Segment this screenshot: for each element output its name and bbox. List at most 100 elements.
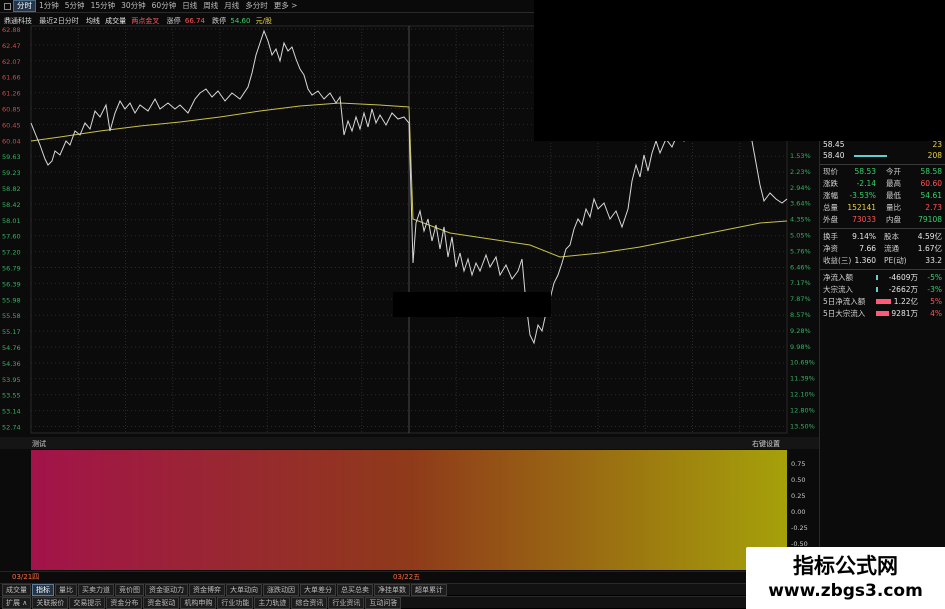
percent-axis-label: 13.50% bbox=[790, 422, 815, 430]
flow-value: -4609万 bbox=[888, 273, 918, 282]
quote-label: 总量 bbox=[823, 203, 838, 212]
extension-button[interactable]: 扩展 ∧ bbox=[2, 596, 32, 609]
percent-axis-label: 5.05% bbox=[790, 232, 811, 240]
extension-button[interactable]: 行业资讯 bbox=[328, 596, 365, 609]
svg-text:鼎通科技 最近2日分时 均线: 鼎通科技 最近2日分时 均线 成交量 两点金叉 涨停 66.74 跌停 54.6… bbox=[4, 16, 272, 25]
stock-name: 鼎通科技 bbox=[4, 16, 32, 25]
extension-button[interactable]: 行业功能 bbox=[217, 596, 254, 609]
order-book-row[interactable]: 58.40 208 bbox=[820, 150, 945, 161]
indicator-button[interactable]: 成交量 bbox=[2, 583, 31, 596]
extension-button[interactable]: 机构申购 bbox=[180, 596, 217, 609]
price-axis-label: 58.42 bbox=[2, 201, 21, 209]
quote-label: 涨跌 bbox=[823, 179, 838, 188]
price-unit: 元/股 bbox=[256, 17, 272, 25]
quote-label: 最低 bbox=[886, 191, 901, 200]
indicator-button[interactable]: 超单累计 bbox=[411, 583, 447, 596]
blackout-region bbox=[534, 0, 945, 141]
indicator-axis-label: 0.50 bbox=[791, 476, 805, 484]
extension-button[interactable]: 综合资讯 bbox=[291, 596, 328, 609]
percent-axis-label: 7.87% bbox=[790, 295, 811, 303]
stat-value: 4.59亿 bbox=[917, 232, 942, 241]
flow-bar bbox=[876, 311, 889, 316]
tab-5min[interactable]: 5分钟 bbox=[62, 0, 88, 12]
quote-value: 2.73 bbox=[925, 203, 942, 212]
quote-row: 涨跌 -2.14 最高 60.60 bbox=[820, 178, 945, 189]
percent-axis-label: 9.98% bbox=[790, 343, 811, 351]
percent-axis-label: 7.17% bbox=[790, 279, 811, 287]
price-axis-label: 55.17 bbox=[2, 328, 21, 336]
indicator-button[interactable]: 量比 bbox=[55, 583, 77, 596]
divider bbox=[820, 164, 945, 165]
tab-15min[interactable]: 15分钟 bbox=[88, 0, 119, 12]
price-axis-label: 57.20 bbox=[2, 249, 21, 257]
quote-label: 今开 bbox=[886, 167, 901, 176]
indicator-button[interactable]: 资金博弈 bbox=[189, 583, 225, 596]
extension-button[interactable]: 资金分布 bbox=[106, 596, 143, 609]
indicator-settings[interactable]: 右键设置 bbox=[752, 439, 780, 448]
ind-cross[interactable]: 两点金叉 bbox=[131, 16, 159, 25]
quote-value: -3.53% bbox=[849, 191, 876, 200]
indicator-button[interactable]: 买卖力道 bbox=[78, 583, 114, 596]
fund-flow-row[interactable]: 5日净流入额 1.22亿 5% bbox=[820, 296, 945, 307]
flow-percent: -3% bbox=[927, 285, 942, 294]
stat-row: 净资 7.66 流通 1.67亿 bbox=[820, 243, 945, 254]
indicator-button[interactable]: 涨跌动因 bbox=[263, 583, 299, 596]
tab-1min[interactable]: 1分钟 bbox=[36, 0, 62, 12]
percent-axis-label: 5.76% bbox=[790, 247, 811, 255]
indicator-button[interactable]: 指标 bbox=[32, 583, 54, 596]
stat-value: 7.66 bbox=[859, 244, 876, 253]
divider bbox=[820, 228, 945, 229]
stat-row: 收益(三) 1.360 PE(动) 33.2 bbox=[820, 255, 945, 266]
indicator-axis-label: 0.25 bbox=[791, 492, 805, 500]
percent-axis-label: 4.35% bbox=[790, 216, 811, 224]
indicator-panel[interactable]: 测试 右键设置 0.750.500.250.00-0.25-0.50-0.75 bbox=[0, 437, 819, 571]
flow-percent: -5% bbox=[927, 273, 942, 282]
tab-monthly[interactable]: 月线 bbox=[221, 0, 242, 12]
divider bbox=[820, 269, 945, 270]
extension-button[interactable]: 主力轨迹 bbox=[254, 596, 291, 609]
extension-button[interactable]: 资金驱动 bbox=[143, 596, 180, 609]
tab-weekly[interactable]: 周线 bbox=[200, 0, 221, 12]
flow-value: -2662万 bbox=[888, 285, 918, 294]
stat-label: 收益(三) bbox=[823, 256, 852, 265]
quote-value: 73033 bbox=[852, 215, 876, 224]
percent-axis-label: 10.69% bbox=[790, 359, 815, 367]
flow-percent: 5% bbox=[930, 297, 942, 306]
tab-intraday[interactable]: 分时 bbox=[13, 0, 36, 12]
percent-axis-label: 1.53% bbox=[790, 152, 811, 160]
indicator-button[interactable]: 大单动向 bbox=[226, 583, 262, 596]
indicator-button[interactable]: 总买总卖 bbox=[337, 583, 373, 596]
indicator-button[interactable]: 资金驱动力 bbox=[145, 583, 188, 596]
tab-30min[interactable]: 30分钟 bbox=[118, 0, 149, 12]
stat-label: PE(动) bbox=[884, 256, 907, 265]
stat-label: 流通 bbox=[884, 244, 899, 253]
fund-flow-row[interactable]: 大宗流入 -2662万 -3% bbox=[820, 284, 945, 295]
tab-daily[interactable]: 日线 bbox=[179, 0, 200, 12]
quote-value: 54.61 bbox=[920, 191, 942, 200]
indicator-button[interactable]: 大单差分 bbox=[300, 583, 336, 596]
extension-button[interactable]: 交易提示 bbox=[69, 596, 106, 609]
percent-axis-label: 8.57% bbox=[790, 311, 811, 319]
fund-flow-row[interactable]: 5日大宗流入 9281万 4% bbox=[820, 308, 945, 319]
tab-60min[interactable]: 60分钟 bbox=[149, 0, 180, 12]
tab-multi-intraday[interactable]: 多分时 bbox=[242, 0, 271, 12]
ind-volume[interactable]: 成交量 bbox=[105, 16, 126, 25]
fund-flow-row[interactable]: 净流入额 -4609万 -5% bbox=[820, 272, 945, 283]
price-axis-label: 53.14 bbox=[2, 408, 21, 416]
watermark-logo: 指标公式网 www.zbgs3.com bbox=[746, 547, 945, 609]
quote-value: 79108 bbox=[918, 215, 942, 224]
ind-avg[interactable]: 均线 bbox=[86, 16, 100, 25]
indicator-button[interactable]: 净挂单数 bbox=[374, 583, 410, 596]
extension-button[interactable]: 互动问答 bbox=[365, 596, 402, 609]
indicator-button[interactable]: 竞价图 bbox=[115, 583, 144, 596]
quote-row: 总量 152141 量比 2.73 bbox=[820, 202, 945, 213]
quote-label: 量比 bbox=[886, 203, 901, 212]
limit-up-label: 涨停 bbox=[167, 16, 181, 25]
quote-label: 涨幅 bbox=[823, 191, 838, 200]
extension-button[interactable]: 关联报价 bbox=[32, 596, 69, 609]
price-axis-label: 60.04 bbox=[2, 137, 21, 145]
tab-more[interactable]: 更多 > bbox=[271, 0, 301, 12]
indicator-gradient-bars bbox=[31, 450, 787, 570]
indicator-chart[interactable]: 测试 右键设置 0.750.500.250.00-0.25-0.50-0.75 bbox=[0, 437, 819, 571]
limit-down-value: 54.60 bbox=[230, 17, 250, 25]
